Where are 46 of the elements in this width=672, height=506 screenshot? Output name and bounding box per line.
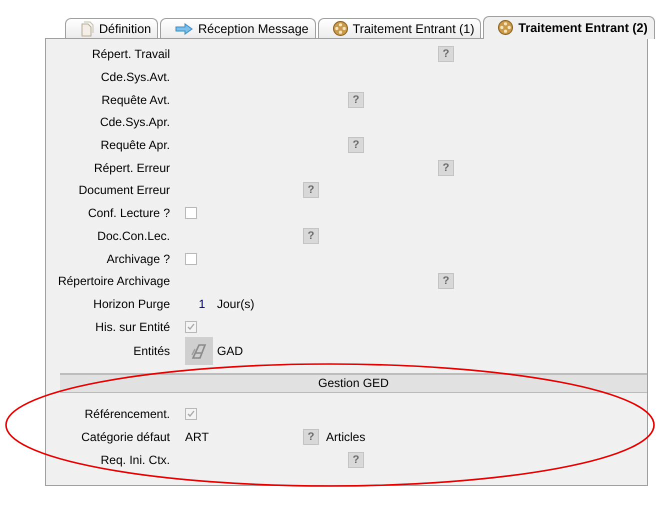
number-field[interactable]: 1: [191, 296, 213, 311]
reel-icon: [498, 20, 514, 35]
field-label: Cde.Sys.Apr.: [98, 115, 171, 130]
unit-label: Jour(s): [217, 296, 254, 311]
lookup-button[interactable]: ?: [348, 452, 364, 468]
checkbox[interactable]: [185, 320, 197, 333]
field-description: Articles: [326, 430, 366, 444]
lookup-button[interactable]: ?: [438, 160, 454, 176]
lookup-button[interactable]: ?: [303, 428, 319, 445]
field-label: Référencement.: [84, 407, 171, 422]
field-label: Archivage ?: [106, 252, 171, 266]
tab[interactable]: Traitement Entrant (1): [318, 18, 482, 38]
checkbox[interactable]: [185, 207, 197, 220]
arrow-icon: [175, 22, 194, 34]
pen-icon: [189, 341, 209, 362]
lookup-button[interactable]: ?: [348, 137, 364, 154]
field-label: Répertoire Archivage: [56, 274, 171, 288]
field-label: Doc.Con.Lec.: [96, 228, 171, 243]
picker-button[interactable]: [185, 337, 213, 366]
checkbox[interactable]: [185, 408, 197, 420]
field-label: Entités: [132, 344, 171, 358]
reel-icon: [332, 21, 348, 36]
field-label: Horizon Purge: [92, 296, 171, 311]
field-value: GAD: [217, 344, 244, 358]
field-value: ART: [185, 430, 209, 444]
field-label: Répert. Erreur: [92, 160, 171, 175]
lookup-button[interactable]: ?: [303, 228, 319, 244]
section-header: Gestion GED: [60, 372, 647, 393]
field-label: Requête Apr.: [100, 138, 171, 152]
document-icon: [80, 20, 94, 36]
field-label: Req. Ini. Ctx.: [100, 452, 171, 467]
tab[interactable]: Réception Message: [160, 18, 316, 38]
field-label: Catégorie défaut: [80, 430, 171, 444]
lookup-button[interactable]: ?: [303, 182, 319, 198]
lookup-button[interactable]: ?: [348, 92, 364, 108]
lookup-button[interactable]: ?: [438, 273, 454, 290]
field-label: His. sur Entité: [94, 320, 171, 334]
field-label: Document Erreur: [78, 183, 171, 198]
field-label: Conf. Lecture ?: [86, 206, 171, 220]
lookup-button[interactable]: ?: [438, 46, 454, 62]
field-label: Cde.Sys.Avt.: [100, 70, 171, 84]
tab[interactable]: Définition: [65, 18, 158, 38]
checkbox[interactable]: [185, 252, 197, 265]
field-label: Requête Avt.: [100, 92, 171, 107]
field-label: Répert. Travail: [90, 47, 171, 62]
tab[interactable]: Traitement Entrant (2): [483, 16, 655, 39]
